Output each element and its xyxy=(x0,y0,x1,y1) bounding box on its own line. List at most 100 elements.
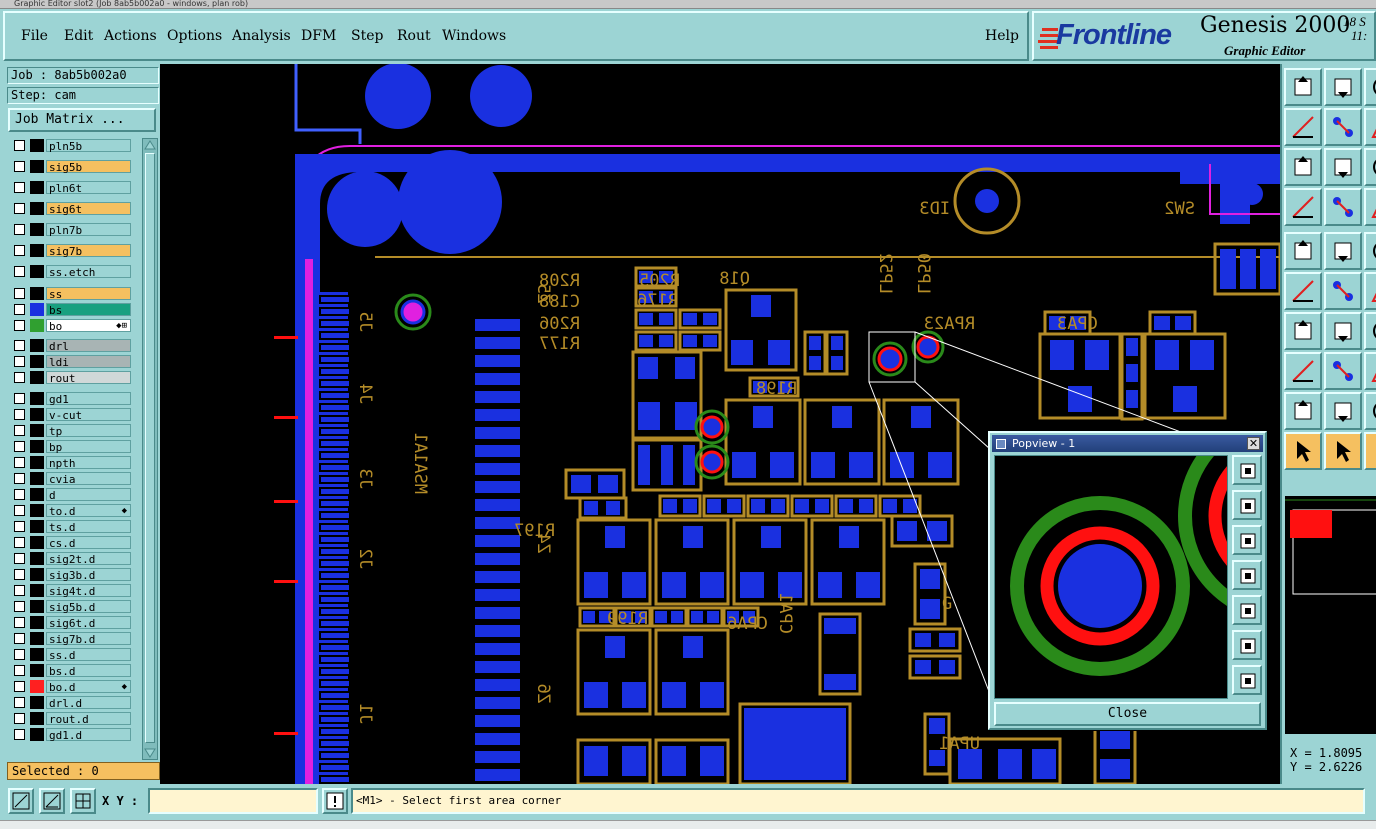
arc-draw-tool-button[interactable] xyxy=(1324,312,1362,350)
layer-color-swatch[interactable] xyxy=(30,303,44,316)
layer-row-sig5b.d[interactable]: sig5b.d xyxy=(8,599,131,614)
menu-edit[interactable]: Edit xyxy=(64,28,93,44)
layer-color-swatch[interactable] xyxy=(30,456,44,469)
layer-name[interactable]: pln5b xyxy=(46,139,131,153)
layer-color-swatch[interactable] xyxy=(30,319,44,332)
popview-expand-button[interactable] xyxy=(1232,630,1262,660)
layer-checkbox[interactable] xyxy=(14,617,25,628)
layer-checkbox[interactable] xyxy=(14,224,25,235)
layer-color-swatch[interactable] xyxy=(30,520,44,533)
layer-row-cvia[interactable]: cvia xyxy=(8,471,131,486)
menu-windows[interactable]: Windows xyxy=(442,28,506,44)
popview-shrink-button[interactable] xyxy=(1232,665,1262,695)
layer-row-pln5b[interactable]: pln5b xyxy=(8,138,131,153)
layer-color-swatch[interactable] xyxy=(30,488,44,501)
layer-color-swatch[interactable] xyxy=(30,552,44,565)
layer-list-scrollbar[interactable] xyxy=(142,138,158,760)
layer-name[interactable]: ss xyxy=(46,287,131,301)
popview-title-bar[interactable]: Popview - 1 ✕ xyxy=(992,435,1263,452)
layer-checkbox[interactable] xyxy=(14,425,25,436)
menu-file[interactable]: File xyxy=(21,28,48,44)
layer-checkbox[interactable] xyxy=(14,729,25,740)
move-right-tool-button[interactable] xyxy=(1324,108,1362,146)
layer-color-swatch[interactable] xyxy=(30,648,44,661)
layer-row-v-cut[interactable]: v-cut xyxy=(8,407,131,422)
window-title-bar[interactable]: Graphic Editor slot2 (Job 8ab5b002a0 - w… xyxy=(0,0,1376,9)
layer-row-rout.d[interactable]: rout.d xyxy=(8,711,131,726)
layer-color-swatch[interactable] xyxy=(30,696,44,709)
layer-row-ss[interactable]: ss xyxy=(8,286,131,301)
popview-left-button[interactable] xyxy=(1232,560,1262,590)
layer-checkbox[interactable] xyxy=(14,203,25,214)
layer-row-ts.d[interactable]: ts.d xyxy=(8,519,131,534)
layer-checkbox[interactable] xyxy=(14,393,25,404)
layer-name[interactable]: pln7b xyxy=(46,223,131,237)
move-left-tool-button[interactable] xyxy=(1284,108,1322,146)
fit-tool-button[interactable] xyxy=(1284,148,1322,186)
layer-name[interactable]: v-cut xyxy=(46,408,131,422)
layer-checkbox[interactable] xyxy=(14,633,25,644)
layer-name[interactable]: rout.d xyxy=(46,712,131,726)
layer-checkbox[interactable] xyxy=(14,505,25,516)
layer-color-swatch[interactable] xyxy=(30,339,44,352)
layer-row-pln6t[interactable]: pln6t xyxy=(8,180,131,195)
snap-point-tool-button[interactable] xyxy=(1364,188,1376,226)
layer-row-bo.d[interactable]: bo.d ◆ xyxy=(8,679,131,694)
layer-row-bp[interactable]: bp xyxy=(8,439,131,454)
layer-color-swatch[interactable] xyxy=(30,244,44,257)
layer-color-swatch[interactable] xyxy=(30,584,44,597)
measure-button[interactable] xyxy=(39,788,65,814)
pad-select-tool-button[interactable] xyxy=(1284,232,1322,270)
layer-name[interactable]: d xyxy=(46,488,131,502)
point-select-tool-button[interactable] xyxy=(1284,352,1322,390)
layer-name[interactable]: bo ◆⊞ xyxy=(46,319,131,333)
layer-checkbox[interactable] xyxy=(14,457,25,468)
menu-actions[interactable]: Actions xyxy=(104,28,157,44)
menu-dfm[interactable]: DFM xyxy=(301,28,336,44)
layer-row-to.d[interactable]: to.d ◆ xyxy=(8,503,131,518)
shrink-tool-button[interactable] xyxy=(1324,352,1362,390)
layer-name[interactable]: gd1 xyxy=(46,392,131,406)
grid-view-tool-button[interactable] xyxy=(1324,188,1362,226)
layer-checkbox[interactable] xyxy=(14,356,25,367)
layer-checkbox[interactable] xyxy=(14,473,25,484)
zoom-in-button[interactable] xyxy=(8,788,34,814)
menu-step[interactable]: Step xyxy=(351,28,383,44)
swap-tool-button[interactable] xyxy=(1364,108,1376,146)
redo-tool-button[interactable] xyxy=(1364,148,1376,186)
layer-name[interactable]: bo.d ◆ xyxy=(46,680,131,694)
layer-name[interactable]: drl.d xyxy=(46,696,131,710)
layer-checkbox[interactable] xyxy=(14,320,25,331)
menu-analysis[interactable]: Analysis xyxy=(232,28,291,44)
diagonal-select-tool-button[interactable] xyxy=(1324,232,1362,270)
layer-color-swatch[interactable] xyxy=(30,287,44,300)
popview-close-button[interactable]: Close xyxy=(994,702,1261,726)
net-tool-button[interactable] xyxy=(1284,272,1322,310)
layer-color-swatch[interactable] xyxy=(30,536,44,549)
layer-checkbox[interactable] xyxy=(14,537,25,548)
layer-row-sig6t.d[interactable]: sig6t.d xyxy=(8,615,131,630)
layer-name[interactable]: ss.etch xyxy=(46,265,131,279)
move-up-tool-button[interactable] xyxy=(1284,68,1322,106)
layer-name[interactable]: sig2t.d xyxy=(46,552,131,566)
layer-row-npth[interactable]: npth xyxy=(8,455,131,470)
pointer-active-tool-button[interactable] xyxy=(1324,432,1362,470)
layer-checkbox[interactable] xyxy=(14,340,25,351)
layer-checkbox[interactable] xyxy=(14,304,25,315)
layer-row-drl[interactable]: drl xyxy=(8,338,131,353)
layer-color-swatch[interactable] xyxy=(30,139,44,152)
popview-right-button[interactable] xyxy=(1232,595,1262,625)
layer-name[interactable]: to.d ◆ xyxy=(46,504,131,518)
layer-row-sig4t.d[interactable]: sig4t.d xyxy=(8,583,131,598)
layer-row-sig5b[interactable]: sig5b xyxy=(8,159,131,174)
layer-color-swatch[interactable] xyxy=(30,600,44,613)
layer-name[interactable]: bs.d xyxy=(46,664,131,678)
menu-help[interactable]: Help xyxy=(985,28,1019,44)
layer-checkbox[interactable] xyxy=(14,161,25,172)
layer-color-swatch[interactable] xyxy=(30,504,44,517)
layer-row-sig2t.d[interactable]: sig2t.d xyxy=(8,551,131,566)
scroll-down-icon[interactable] xyxy=(143,747,157,759)
layer-name[interactable]: bp xyxy=(46,440,131,454)
layer-color-swatch[interactable] xyxy=(30,371,44,384)
layer-color-swatch[interactable] xyxy=(30,355,44,368)
